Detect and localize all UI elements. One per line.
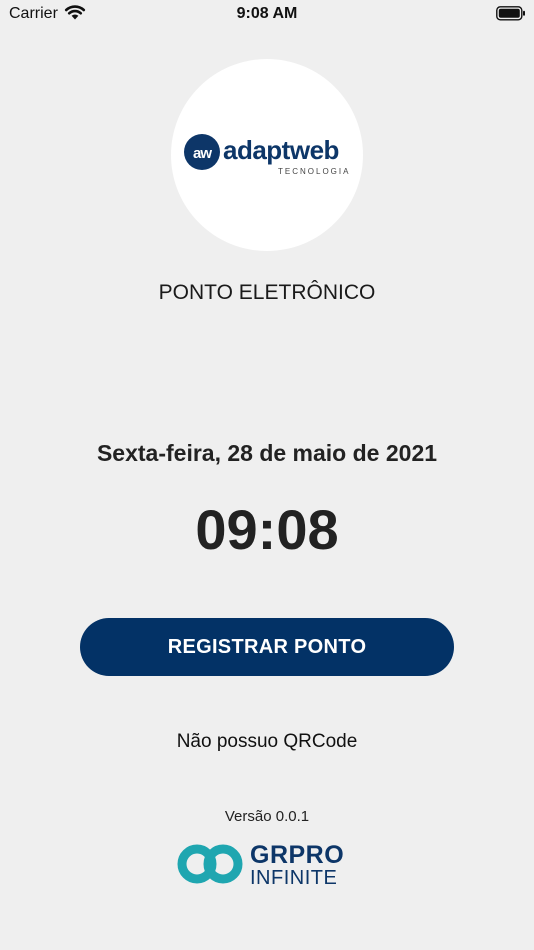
logo-brand: adaptweb	[223, 135, 339, 165]
no-qrcode-link[interactable]: Não possuo QRCode	[0, 731, 534, 753]
infinity-icon	[177, 844, 243, 884]
logo-tagline: TECNOLOGIA	[278, 167, 351, 176]
company-logo: aw adaptweb TECNOLOGIA	[171, 59, 363, 251]
page-title: PONTO ELETRÔNICO	[158, 281, 376, 304]
version-label: Versão 0.0.1	[224, 808, 310, 825]
grpro-sub: INFINITE	[250, 867, 338, 889]
grpro-name: GRPRO	[250, 841, 345, 869]
battery-icon	[496, 6, 525, 21]
status-time: 9:08 AM	[236, 5, 298, 22]
current-date: Sexta-feira, 28 de maio de 2021	[96, 440, 438, 466]
current-time: 09:08	[195, 498, 339, 561]
grpro-logo: GRPRO INFINITE	[177, 838, 347, 892]
status-bar: Carrier 9:08 AM	[0, 0, 534, 28]
logo-mark: aw	[184, 134, 220, 170]
register-punch-button[interactable]: REGISTRAR PONTO	[80, 618, 454, 676]
